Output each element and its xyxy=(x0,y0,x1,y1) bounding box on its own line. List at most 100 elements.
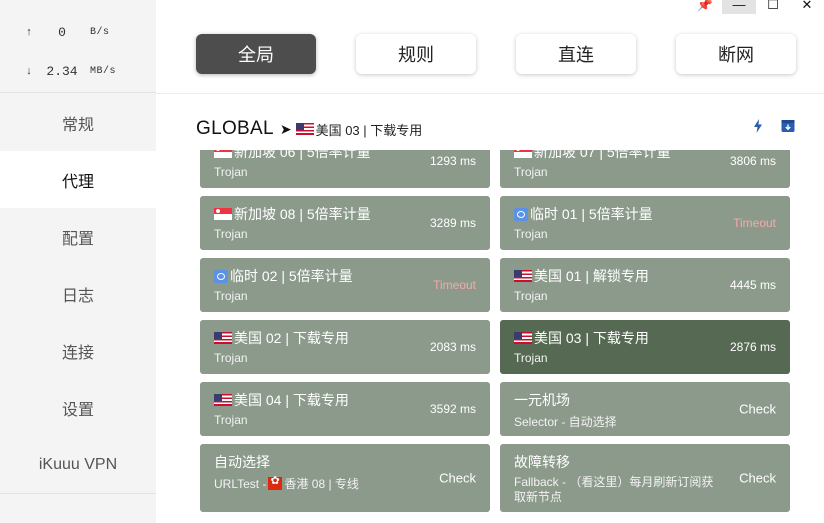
sidebar-item-general[interactable]: 常规 xyxy=(0,94,156,151)
proxy-card[interactable]: 故障转移 Fallback - （看这里）每月刷新订阅获取新节点 Check xyxy=(500,444,790,512)
proxy-name-row: 故障转移 xyxy=(514,453,776,471)
proxy-delay: 2083 ms xyxy=(429,340,476,354)
proxy-name: 临时 02 | 5倍率计量 xyxy=(230,268,353,284)
proxy-delay: 4445 ms xyxy=(729,278,776,292)
upload-arrow-icon: ↑ xyxy=(26,26,32,38)
check-delay-button[interactable]: Check xyxy=(739,471,776,486)
proxy-type: Selector - 自动选择 xyxy=(514,415,617,429)
group-name: GLOBAL xyxy=(196,118,274,139)
check-delay-button[interactable]: Check xyxy=(739,402,776,417)
proxy-name: 自动选择 xyxy=(214,454,270,470)
us-flag-icon xyxy=(514,332,532,344)
main-panel: 全局 规则 直连 断网 GLOBAL ➤ 美国 03 | 下载专用 新加坡 06… xyxy=(156,14,824,523)
proxy-name: 新加坡 06 | 5倍率计量 xyxy=(234,150,371,160)
proxy-name-row: 自动选择 xyxy=(214,453,476,471)
proxy-card[interactable]: 美国 02 | 下载专用 Trojan 2083 ms xyxy=(200,320,490,374)
proxy-delay: Timeout xyxy=(433,278,476,292)
proxy-type: Trojan xyxy=(214,351,248,365)
sg-flag-icon xyxy=(514,150,532,158)
group-tools xyxy=(750,118,796,134)
mode-global-button[interactable]: 全局 xyxy=(196,34,316,74)
proxy-card[interactable]: 新加坡 06 | 5倍率计量 Trojan 1293 ms xyxy=(200,150,490,188)
proxy-type-row: URLTest - 香港 08 | 专线 xyxy=(214,475,476,492)
proxy-card[interactable]: 美国 04 | 下载专用 Trojan 3592 ms xyxy=(200,382,490,436)
lightning-icon[interactable] xyxy=(750,118,766,134)
sg-flag-icon xyxy=(214,150,232,158)
un-flag-icon xyxy=(214,269,228,283)
maximize-icon[interactable]: ☐ xyxy=(756,0,790,14)
proxy-type: Fallback - （看这里）每月刷新订阅获取新节点 xyxy=(514,475,714,504)
proxy-name-row: 一元机场 xyxy=(514,391,776,409)
sidebar: ↑ 0 B/s ↓ 2.34 MB/s 常规 代理 配置 日志 连接 设置 iK… xyxy=(0,0,156,523)
proxy-type: Trojan xyxy=(214,289,248,303)
proxy-card[interactable]: 自动选择 URLTest - 香港 08 | 专线Check xyxy=(200,444,490,512)
download-unit: MB/s xyxy=(90,65,117,77)
proxy-grid: 新加坡 06 | 5倍率计量 Trojan 1293 ms 新加坡 07 | 5倍率计… xyxy=(200,150,790,512)
upload-speed: ↑ 0 B/s xyxy=(0,22,156,42)
sidebar-item-settings[interactable]: 设置 xyxy=(0,379,156,436)
mode-direct-button[interactable]: 直连 xyxy=(516,34,636,74)
proxy-delay: 3592 ms xyxy=(429,402,476,416)
check-delay-button[interactable]: Check xyxy=(439,471,476,486)
proxy-list: 新加坡 06 | 5倍率计量 Trojan 1293 ms 新加坡 07 | 5倍率计… xyxy=(200,150,792,523)
locate-icon[interactable] xyxy=(780,118,796,134)
traffic-panel: ↑ 0 B/s ↓ 2.34 MB/s xyxy=(0,0,156,93)
us-flag-icon xyxy=(514,270,532,282)
us-flag-icon xyxy=(214,332,232,344)
proxy-name: 一元机场 xyxy=(514,392,570,408)
sidebar-item-connections[interactable]: 连接 xyxy=(0,322,156,379)
proxy-delay: 3806 ms xyxy=(729,154,776,168)
proxy-group-header[interactable]: GLOBAL ➤ 美国 03 | 下载专用 xyxy=(196,118,796,140)
proxy-type: 香港 08 | 专线 xyxy=(284,477,359,491)
sg-flag-icon xyxy=(214,208,232,220)
proxy-type: Trojan xyxy=(514,227,548,241)
proxy-name: 美国 02 | 下载专用 xyxy=(234,330,349,346)
sidebar-item-profiles[interactable]: 配置 xyxy=(0,208,156,265)
proxy-delay: 1293 ms xyxy=(429,154,476,168)
group-selected-label: 美国 03 | 下载专用 xyxy=(315,122,423,138)
proxy-delay: Timeout xyxy=(733,216,776,230)
hk-flag-icon xyxy=(268,475,283,490)
proxy-name: 新加坡 08 | 5倍率计量 xyxy=(234,206,371,222)
proxy-card[interactable]: 临时 02 | 5倍率计量 Trojan Timeout xyxy=(200,258,490,312)
sidebar-divider xyxy=(0,493,156,494)
proxy-name: 美国 03 | 下载专用 xyxy=(534,330,649,346)
proxy-card[interactable]: 一元机场 Selector - 自动选择 Check xyxy=(500,382,790,436)
proxy-card[interactable]: 美国 03 | 下载专用 Trojan 2876 ms xyxy=(500,320,790,374)
proxy-card[interactable]: 美国 01 | 解锁专用 Trojan 4445 ms xyxy=(500,258,790,312)
mode-switcher: 全局 规则 直连 断网 xyxy=(196,34,796,74)
proxy-type: Trojan xyxy=(514,165,548,179)
us-flag-icon xyxy=(295,123,314,135)
pin-icon[interactable]: 📌 xyxy=(688,0,722,14)
minimize-icon[interactable]: — xyxy=(722,0,756,14)
proxy-type-row: Fallback - （看这里）每月刷新订阅获取新节点 xyxy=(514,475,724,505)
proxy-type: Trojan xyxy=(514,351,548,365)
mode-disconnect-button[interactable]: 断网 xyxy=(676,34,796,74)
proxy-delay: 3289 ms xyxy=(429,216,476,230)
sidebar-item-ikuuu-vpn[interactable]: iKuuu VPN xyxy=(0,436,156,493)
header-divider xyxy=(156,93,824,94)
proxy-type: Trojan xyxy=(214,413,248,427)
proxy-name: 美国 04 | 下载专用 xyxy=(234,392,349,408)
proxy-type: Trojan xyxy=(214,227,248,241)
proxy-card[interactable]: 临时 01 | 5倍率计量 Trojan Timeout xyxy=(500,196,790,250)
proxy-card[interactable]: 新加坡 08 | 5倍率计量 Trojan 3289 ms xyxy=(200,196,490,250)
us-flag-icon xyxy=(214,394,232,406)
proxy-delay: 2876 ms xyxy=(729,340,776,354)
close-icon[interactable]: ✕ xyxy=(790,0,824,14)
mode-rule-button[interactable]: 规则 xyxy=(356,34,476,74)
arrow-icon: ➤ xyxy=(279,120,292,137)
proxy-name: 故障转移 xyxy=(514,454,570,470)
proxy-type-row: Selector - 自动选择 xyxy=(514,413,776,430)
proxy-type: Trojan xyxy=(214,165,248,179)
proxy-card[interactable]: 新加坡 07 | 5倍率计量 Trojan 3806 ms xyxy=(500,150,790,188)
sidebar-item-logs[interactable]: 日志 xyxy=(0,265,156,322)
sidebar-nav: 常规 代理 配置 日志 连接 设置 iKuuu VPN xyxy=(0,94,156,493)
download-arrow-icon: ↓ xyxy=(26,65,32,77)
download-speed: ↓ 2.34 MB/s xyxy=(0,61,156,81)
proxy-name: 新加坡 07 | 5倍率计量 xyxy=(534,150,671,160)
sidebar-item-proxies[interactable]: 代理 xyxy=(0,151,156,208)
upload-value: 0 xyxy=(58,24,66,40)
upload-unit: B/s xyxy=(90,26,110,38)
window-controls: 📌 — ☐ ✕ xyxy=(688,0,824,14)
